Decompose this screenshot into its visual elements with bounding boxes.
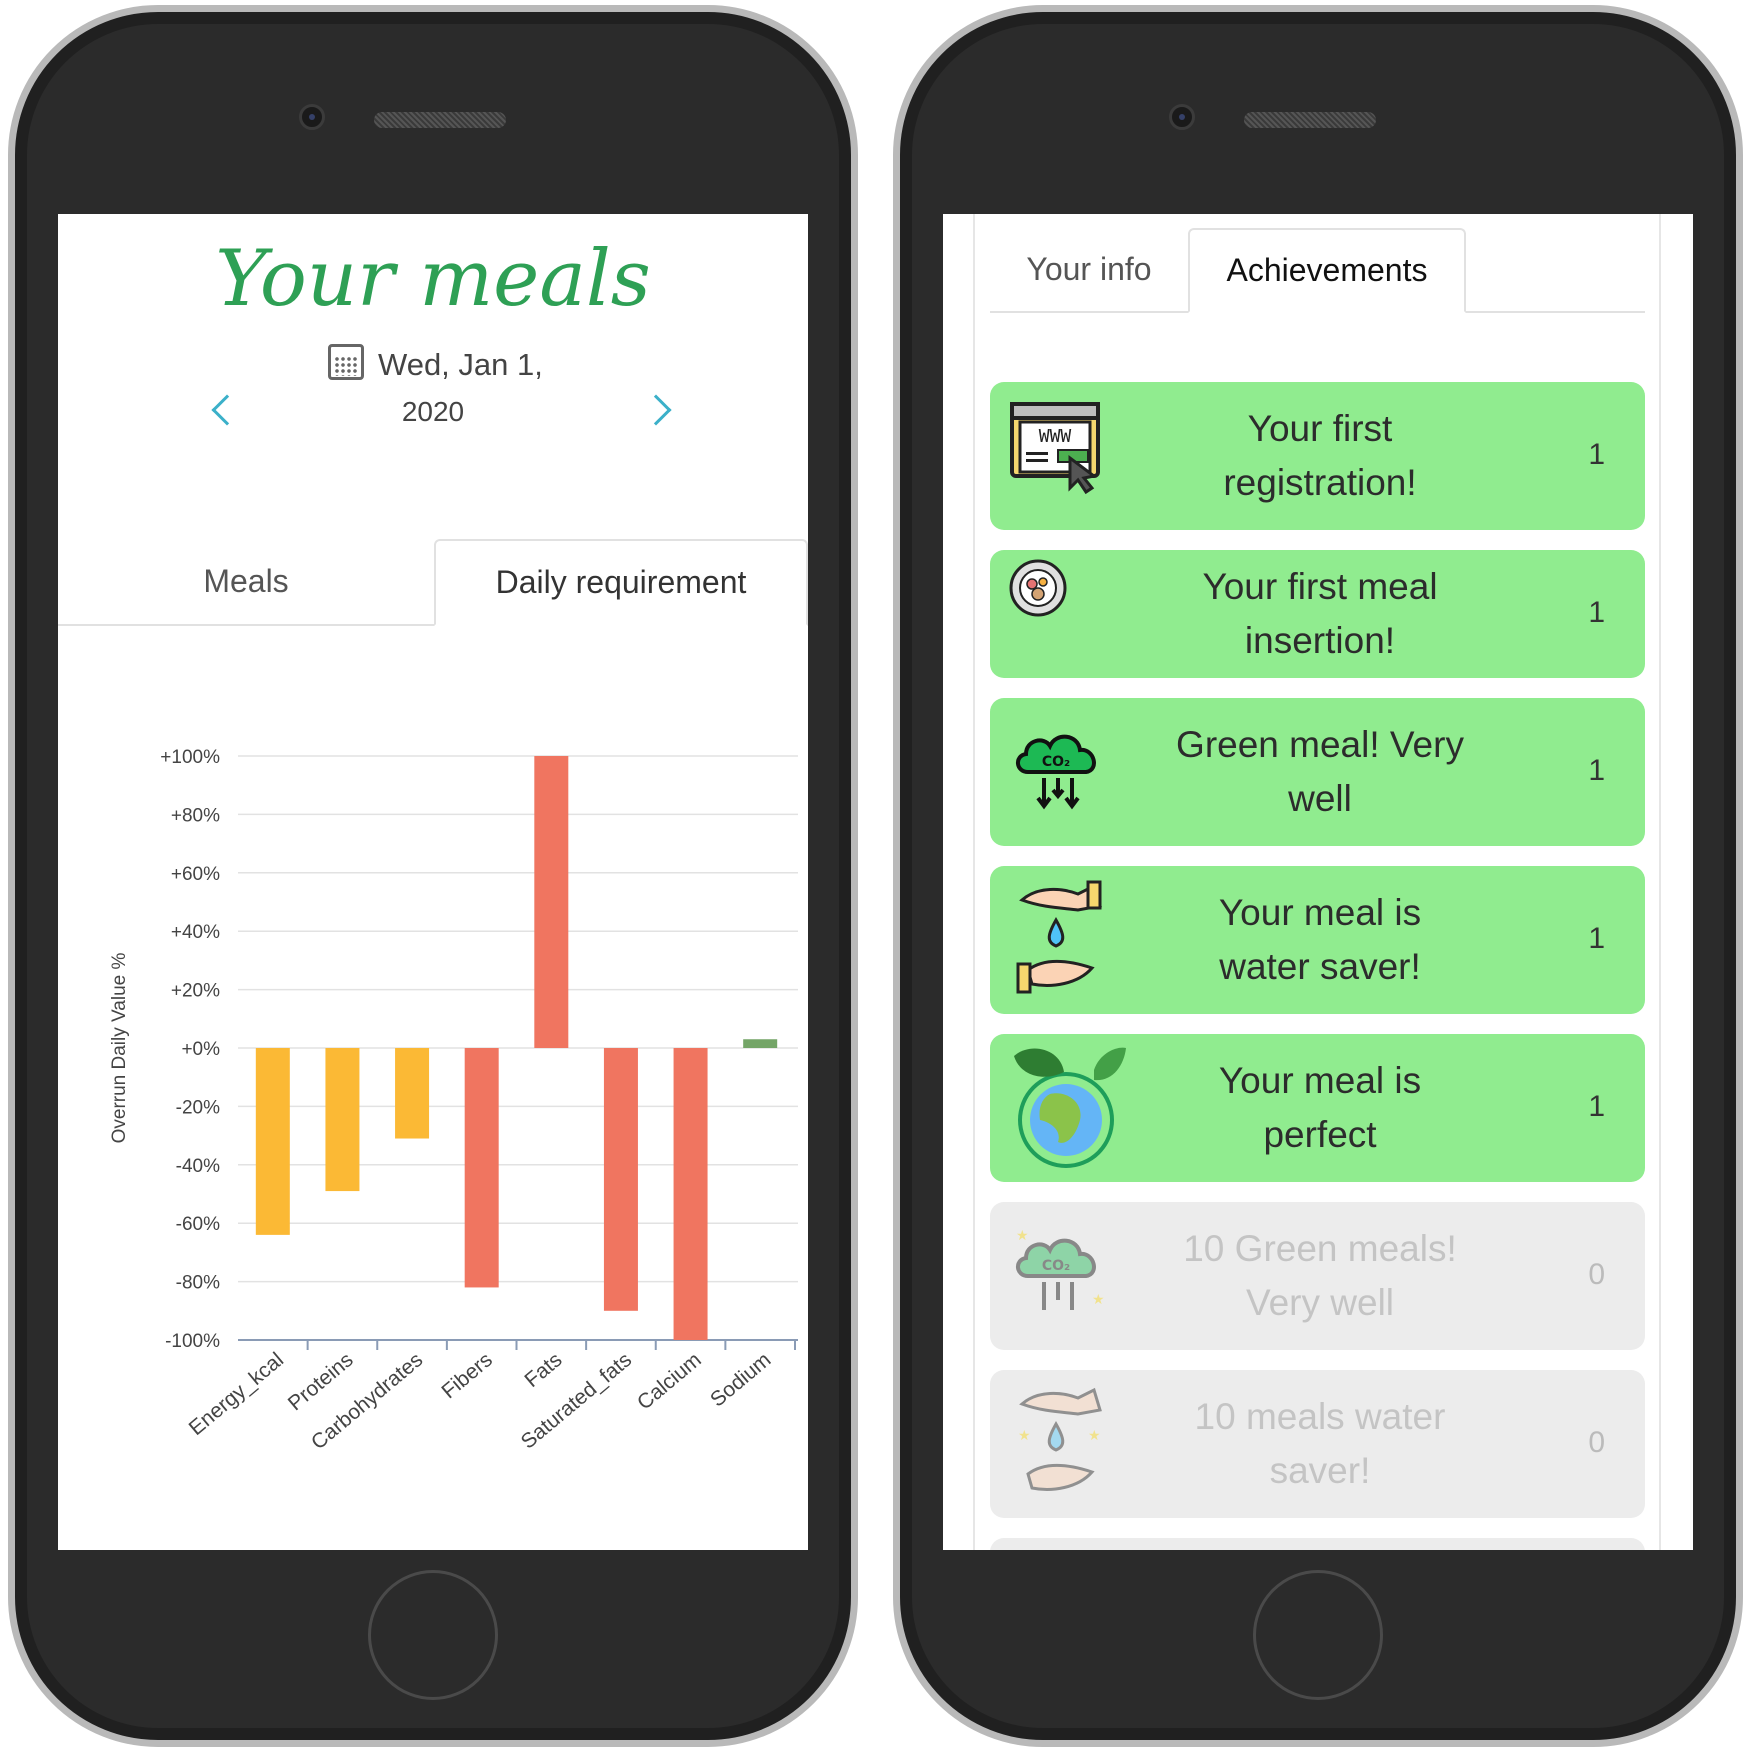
svg-text:★: ★ <box>1092 1292 1105 1308</box>
y-tick-label: -60% <box>176 1214 220 1235</box>
x-tick-label: Fats <box>520 1348 566 1392</box>
achievement-title: 10 meals water saver! <box>1140 1390 1500 1498</box>
x-tick-label: Energy_kcal <box>185 1348 288 1440</box>
achievement-title-line1: Your meal is <box>1218 892 1422 933</box>
x-tick-label: Sodium <box>706 1348 775 1411</box>
x-tick-label: Fibers <box>437 1348 496 1403</box>
achievement-title: Your meal is perfect <box>1140 1054 1500 1162</box>
svg-text:★: ★ <box>1088 1428 1101 1444</box>
achievement-title: 10 Green meals! Very well <box>1140 1222 1500 1330</box>
y-tick-label: -100% <box>165 1331 220 1352</box>
y-tick-label: +20% <box>171 981 220 1002</box>
achievement-title-line2: saver! <box>1269 1450 1371 1491</box>
achievement-count: 1 <box>1588 438 1605 471</box>
achievement-title-line1: Your first <box>1247 408 1393 449</box>
achievement-card[interactable]: CO₂ ★ ★ 10 Green meals! Very well 0 <box>990 1202 1645 1350</box>
achievement-title-line2: registration! <box>1223 462 1417 503</box>
achievement-title: Your meal is water saver! <box>1140 886 1500 994</box>
profile-tabs: Your info Achievements <box>990 228 1645 313</box>
svg-text:WWW: WWW <box>1039 426 1072 447</box>
y-tick-label: -40% <box>176 1156 220 1177</box>
front-camera <box>1169 104 1195 130</box>
earth-leaves-icon <box>1014 1047 1126 1168</box>
achievement-count: 1 <box>1588 596 1605 629</box>
co2-cloud-icon: CO₂ <box>1016 734 1096 810</box>
achievement-title-line2: Very well <box>1245 1282 1395 1323</box>
svg-text:CO₂: CO₂ <box>1042 1258 1070 1274</box>
chart-bar <box>534 756 569 1048</box>
date-year: 2020 <box>401 396 465 427</box>
y-tick-label: -20% <box>176 1097 220 1118</box>
chart-bar <box>325 1048 360 1192</box>
y-tick-label: +40% <box>171 922 220 943</box>
achievement-title: Your first meal insertion! <box>1140 560 1500 668</box>
achievement-title-line2: well <box>1288 778 1352 819</box>
chart-bar <box>255 1048 290 1235</box>
home-button[interactable] <box>368 1570 498 1700</box>
chart-bar <box>603 1048 638 1311</box>
phone-left: Your meals Wed, Jan 1, 2020 Meals Daily … <box>8 5 858 1747</box>
achievement-count: 0 <box>1588 1258 1605 1291</box>
right-screen: Your info Achievements WWW Your first re… <box>943 214 1693 1550</box>
speaker-grille <box>374 112 506 128</box>
left-screen: Your meals Wed, Jan 1, 2020 Meals Daily … <box>58 214 808 1550</box>
y-tick-label: +100% <box>160 747 220 768</box>
y-tick-label: +0% <box>181 1039 220 1060</box>
y-tick-label: +80% <box>171 805 220 826</box>
achievement-title-line1: Your first meal <box>1202 566 1438 607</box>
daily-requirement-chart: +100% +80% +60% +40% +20% +0% -20% -40% -60% -80%… <box>109 747 798 1454</box>
achievement-card[interactable]: Your first meal insertion! 1 <box>990 550 1645 678</box>
achievement-card[interactable]: ★ ★ 10 meals water saver! 0 <box>990 1370 1645 1518</box>
page-title: Your meals <box>215 234 651 324</box>
achievement-count: 1 <box>1588 754 1605 787</box>
phone-right: Your info Achievements WWW Your first re… <box>893 5 1743 1747</box>
achievement-title: Green meal! Very well <box>1140 718 1500 826</box>
tab-achievements[interactable]: Achievements <box>1188 228 1466 313</box>
co2-cloud-stars-icon: CO₂ ★ ★ <box>1016 1228 1105 1310</box>
achievement-title-line2: water saver! <box>1219 946 1421 987</box>
achievement-count: 1 <box>1588 1090 1605 1123</box>
chart-bar <box>673 1048 708 1340</box>
calendar-icon[interactable] <box>328 344 364 380</box>
svg-text:CO₂: CO₂ <box>1042 754 1070 770</box>
speaker-grille <box>1244 112 1376 128</box>
achievement-card[interactable]: Your meal is water saver! 1 <box>990 866 1645 1014</box>
front-camera <box>299 104 325 130</box>
achievement-card[interactable]: WWW Your first registration! 1 <box>990 382 1645 530</box>
meal-tabs: Meals Daily requirement <box>58 539 808 626</box>
date-label: Wed, Jan 1, <box>378 347 543 382</box>
water-hands-stars-icon: ★ ★ <box>1018 1387 1102 1491</box>
achievement-title-line1: Your meal is <box>1218 1060 1422 1101</box>
achievement-card-partial[interactable] <box>990 1538 1645 1550</box>
svg-text:★: ★ <box>1018 1428 1031 1444</box>
achievement-title-line2: perfect <box>1263 1114 1377 1155</box>
y-axis-label: Overrun Daily Value % <box>109 953 130 1144</box>
chart-bar <box>464 1048 499 1288</box>
achievement-count: 1 <box>1588 922 1605 955</box>
chart-bar <box>743 1039 778 1048</box>
achievement-title-line2: insertion! <box>1244 620 1396 661</box>
y-tick-label: -80% <box>176 1273 220 1294</box>
water-hands-icon <box>1016 880 1102 994</box>
achievement-count: 0 <box>1588 1426 1605 1459</box>
achievement-card[interactable]: Your meal is perfect 1 <box>990 1034 1645 1182</box>
chart-bar <box>395 1048 430 1139</box>
meal-plate-icon <box>1009 559 1067 617</box>
y-tick-label: +60% <box>171 864 220 885</box>
achievement-title-line1: 10 meals water <box>1194 1396 1446 1437</box>
achievement-title-line1: 10 Green meals! <box>1183 1228 1457 1269</box>
achievement-title-line1: Green meal! Very <box>1176 724 1464 765</box>
achievement-title: Your first registration! <box>1140 402 1500 510</box>
tab-daily-requirement[interactable]: Daily requirement <box>434 539 808 626</box>
website-icon: WWW <box>1010 402 1100 495</box>
svg-text:★: ★ <box>1016 1228 1029 1244</box>
achievement-card[interactable]: CO₂ Green meal! Very well 1 <box>990 698 1645 846</box>
tab-meals[interactable]: Meals <box>58 539 434 624</box>
tab-your-info[interactable]: Your info <box>990 228 1188 311</box>
home-button[interactable] <box>1253 1570 1383 1700</box>
x-tick-label: Calcium <box>633 1348 706 1414</box>
